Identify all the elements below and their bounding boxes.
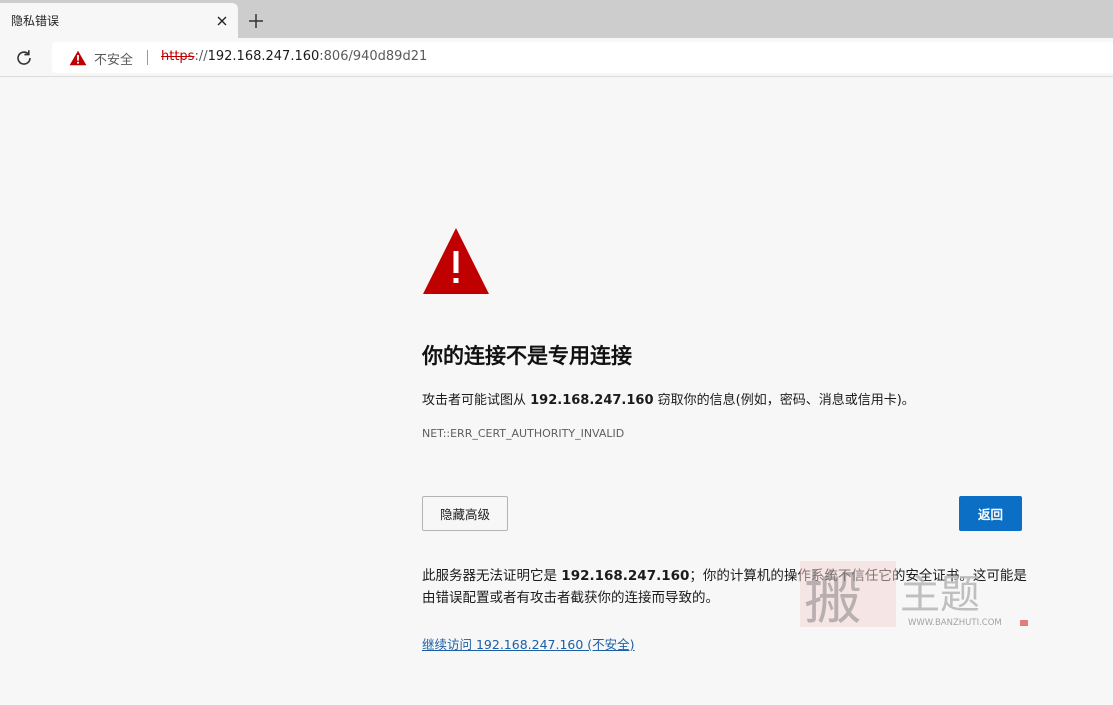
url-text[interactable]: https://192.168.247.160:806/940d89d21 xyxy=(161,49,427,64)
watermark-url: WWW.BANZHUTI.COM xyxy=(908,618,1002,628)
description-host: 192.168.247.160 xyxy=(530,393,654,408)
url-separator: :// xyxy=(194,49,208,64)
plus-icon[interactable] xyxy=(246,11,266,31)
hide-advanced-button[interactable]: 隐藏高级 xyxy=(422,496,508,531)
url-host: 192.168.247.160 xyxy=(207,49,320,64)
warning-icon xyxy=(423,228,489,294)
back-button[interactable]: 返回 xyxy=(959,496,1022,531)
tab-active[interactable]: 隐私错误 xyxy=(0,3,238,38)
watermark-logo: 搬 主题 WWW.BANZHUTI.COM xyxy=(800,561,1028,632)
description-suffix: 窃取你的信息(例如，密码、消息或信用卡)。 xyxy=(653,393,915,408)
proceed-unsafe-link[interactable]: 继续访问 192.168.247.160 (不安全) xyxy=(422,634,635,653)
detail-host: 192.168.247.160 xyxy=(561,568,690,584)
refresh-icon[interactable] xyxy=(13,47,35,69)
warning-icon[interactable] xyxy=(69,50,87,66)
svg-text:主题: 主题 xyxy=(900,572,980,618)
divider xyxy=(147,50,148,65)
description-prefix: 攻击者可能试图从 xyxy=(422,393,531,408)
page-title: 你的连接不是专用连接 xyxy=(422,344,632,368)
not-secure-label[interactable]: 不安全 xyxy=(94,49,133,68)
description-text: 攻击者可能试图从 192.168.247.160 窃取你的信息(例如，密码、消息… xyxy=(422,389,915,408)
svg-text:搬: 搬 xyxy=(804,564,862,632)
close-icon[interactable] xyxy=(214,13,230,29)
error-code[interactable]: NET::ERR_CERT_AUTHORITY_INVALID xyxy=(422,427,624,440)
detail-prefix: 此服务器无法证明它是 xyxy=(422,568,562,584)
url-scheme: https xyxy=(161,49,195,64)
url-path: :806/940d89d21 xyxy=(319,49,428,64)
tab-title: 隐私错误 xyxy=(11,14,60,28)
